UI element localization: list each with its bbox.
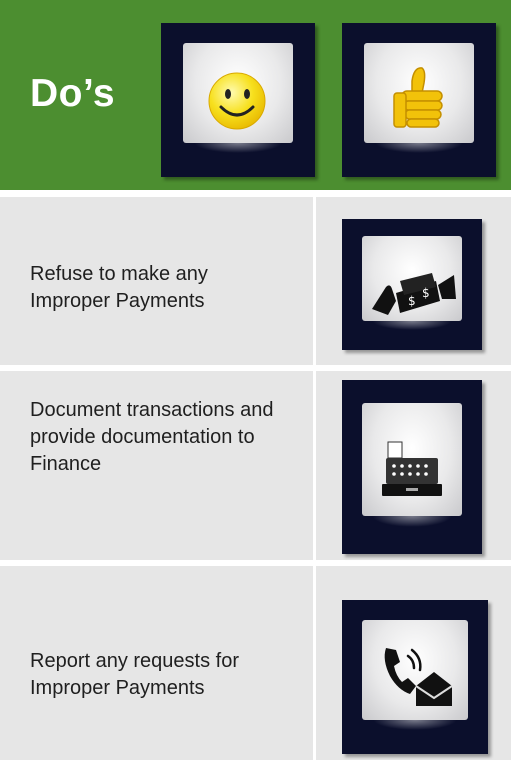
thumbs-up-tile	[342, 23, 496, 177]
money-handoff-tile: $ $	[342, 219, 482, 350]
smiley-tile	[161, 23, 315, 177]
row-document-transactions: Document transactions and provide docume…	[0, 371, 511, 560]
phone-envelope-tile	[342, 600, 488, 754]
row-text: Refuse to make any Improper Payments	[30, 263, 208, 312]
dos-header: Do’s	[0, 0, 511, 190]
row-report-requests: Report any requests for Improper Payment…	[0, 566, 511, 760]
svg-text:$: $	[422, 286, 430, 300]
cash-register-icon	[382, 441, 442, 496]
row-text: Report any requests for Improper Payment…	[30, 650, 239, 699]
thumbs-up-icon	[393, 67, 443, 128]
row-refuse-payments: Refuse to make any Improper Payments $ $	[0, 197, 511, 365]
row-divider	[313, 566, 316, 760]
smiley-face-icon	[208, 72, 266, 130]
header-title: Do’s	[30, 72, 116, 115]
money-handoff-icon: $ $	[372, 273, 456, 315]
cash-register-tile	[342, 380, 482, 554]
phone-and-envelope-icon	[384, 648, 453, 706]
svg-text:$: $	[408, 294, 416, 308]
row-divider	[313, 371, 316, 560]
row-text: Document transactions and provide docume…	[30, 399, 274, 475]
row-divider	[313, 197, 316, 365]
